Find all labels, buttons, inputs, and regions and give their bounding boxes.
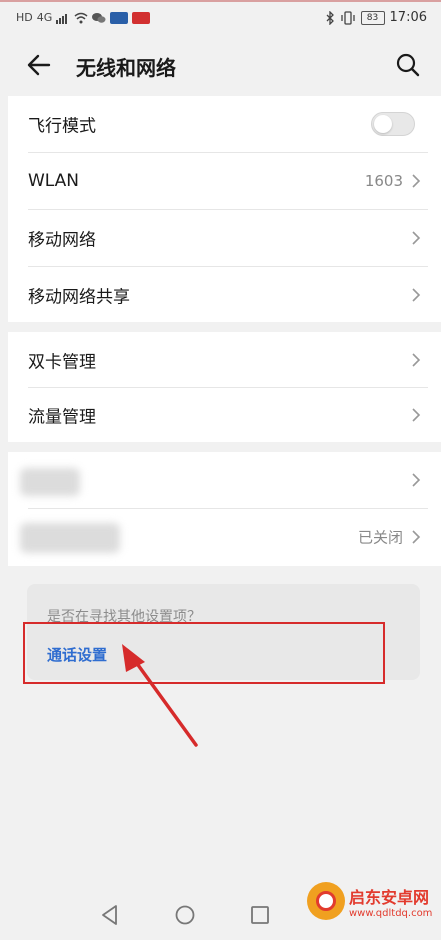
app-icon-2 (132, 12, 151, 24)
wlan-value: 1603 (364, 172, 403, 190)
watermark-url: www.qdltdq.com (349, 908, 433, 919)
other-settings-card: 已关闭 (8, 452, 441, 566)
blurred-setting-row-2[interactable]: 已关闭 (8, 509, 441, 565)
tethering-row[interactable]: 移动网络共享 (8, 267, 441, 323)
page-title: 无线和网络 (76, 56, 176, 80)
watermark-name: 启东安卓网 (349, 888, 430, 907)
blurred-setting-row-1[interactable] (8, 452, 441, 508)
airplane-mode-row[interactable]: 飞行模式 (8, 96, 441, 152)
status-bar: HD 4G 83 17:06 (0, 2, 441, 36)
watermark-logo-icon (307, 882, 345, 920)
chevron-right-icon (412, 174, 421, 188)
status-time: 17:06 (389, 10, 427, 25)
chevron-right-icon (412, 231, 421, 245)
wlan-label: WLAN (28, 171, 80, 191)
hd-icon: HD (16, 11, 33, 24)
setting-status-value: 已关闭 (357, 528, 403, 547)
back-arrow-icon[interactable] (22, 48, 56, 82)
chevron-right-icon (412, 473, 421, 487)
app-header: 无线和网络 (0, 36, 441, 94)
annotation-highlight-box (23, 622, 385, 684)
app-icon-1 (110, 12, 129, 24)
wifi-icon (74, 12, 88, 24)
sim-settings-card: 双卡管理 流量管理 (8, 332, 441, 442)
chevron-right-icon (412, 353, 421, 367)
airplane-mode-label: 飞行模式 (28, 116, 96, 137)
bluetooth-icon (326, 10, 334, 25)
network-settings-card: 飞行模式 WLAN 1603 移动网络 移动网络共享 (8, 96, 441, 322)
battery-icon: 83 (360, 10, 385, 25)
toggle-knob (374, 115, 392, 133)
status-left: HD 4G (16, 10, 151, 26)
site-watermark: 启东安卓网 www.qdltdq.com (307, 876, 435, 936)
data-usage-label: 流量管理 (28, 407, 96, 428)
nav-recents-icon[interactable] (247, 902, 273, 928)
signal-icon (56, 14, 68, 24)
nav-home-icon[interactable] (172, 902, 198, 928)
wechat-icon (92, 13, 106, 23)
tethering-label: 移动网络共享 (28, 287, 130, 308)
status-right: 83 17:06 (325, 10, 427, 25)
dual-sim-label: 双卡管理 (28, 352, 96, 373)
mobile-network-row[interactable]: 移动网络 (8, 210, 441, 266)
blurred-label (20, 468, 80, 496)
chevron-right-icon (412, 288, 421, 302)
chevron-right-icon (412, 530, 421, 544)
airplane-mode-toggle[interactable] (371, 112, 415, 136)
mobile-network-label: 移动网络 (28, 230, 96, 251)
wlan-row[interactable]: WLAN 1603 (8, 153, 441, 209)
search-icon[interactable] (391, 48, 425, 82)
blurred-label (20, 523, 120, 553)
data-usage-row[interactable]: 流量管理 (8, 387, 441, 443)
nav-back-icon[interactable] (97, 902, 123, 928)
dual-sim-row[interactable]: 双卡管理 (8, 332, 441, 388)
chevron-right-icon (412, 408, 421, 422)
network-type-icon: 4G (36, 11, 53, 24)
vibrate-icon (340, 10, 355, 25)
